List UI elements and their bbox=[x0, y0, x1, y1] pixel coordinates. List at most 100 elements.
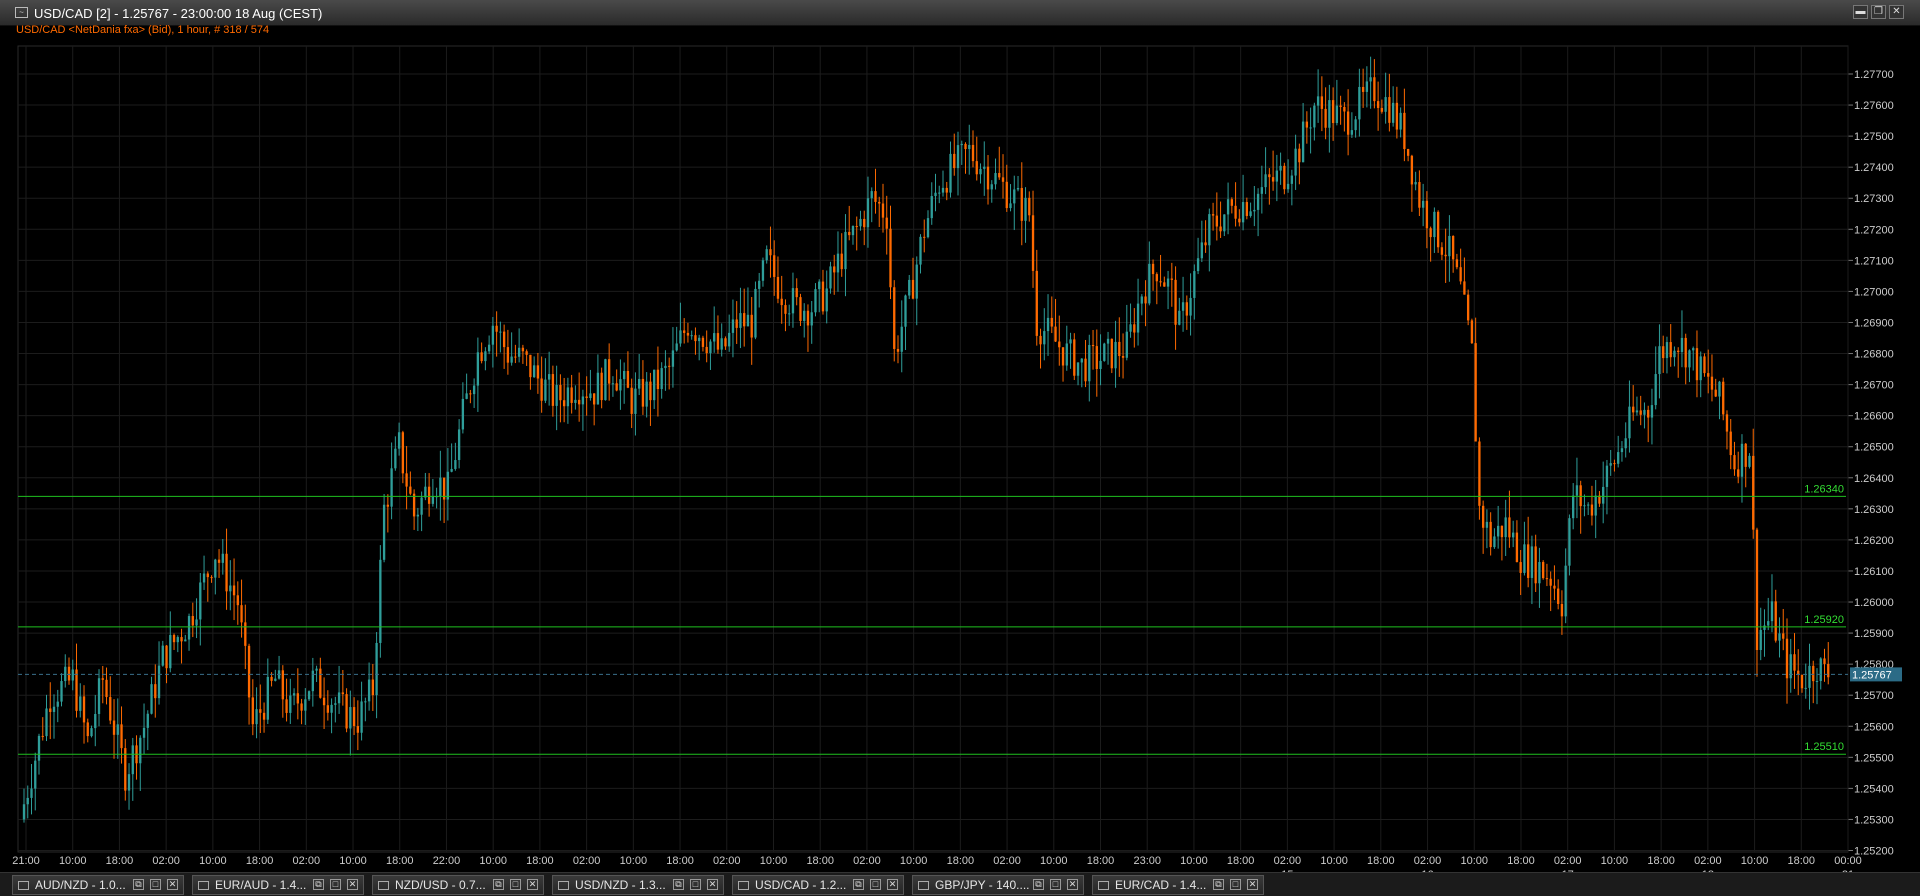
candle-down bbox=[986, 166, 990, 190]
candle-up bbox=[1016, 188, 1020, 190]
maximize-tab-icon[interactable]: □ bbox=[690, 879, 701, 890]
float-tab-icon[interactable]: ⧉ bbox=[673, 879, 684, 890]
candle-down bbox=[668, 365, 671, 367]
maximize-tab-icon[interactable]: □ bbox=[510, 879, 521, 890]
candle-up bbox=[131, 745, 134, 775]
y-tick-label: 1.27600 bbox=[1854, 100, 1894, 112]
float-tab-icon[interactable]: ⧉ bbox=[1213, 879, 1224, 890]
candle-down bbox=[1744, 443, 1747, 467]
tab-label: AUD/NZD - 1.0... bbox=[35, 878, 126, 892]
float-tab-icon[interactable]: ⧉ bbox=[313, 879, 324, 890]
tab-gbp-jpy[interactable]: GBP/JPY - 140.... ⧉ □ ✕ bbox=[912, 875, 1084, 895]
candle-up bbox=[754, 288, 757, 338]
candle-up bbox=[870, 191, 873, 199]
candle-up bbox=[1354, 119, 1357, 131]
candle-down bbox=[1361, 86, 1365, 92]
candle-down bbox=[1774, 601, 1777, 641]
candle-up bbox=[1316, 96, 1320, 106]
close-tab-icon[interactable]: ✕ bbox=[1247, 879, 1258, 890]
close-tab-icon[interactable]: ✕ bbox=[1067, 879, 1078, 890]
candle-down bbox=[270, 676, 273, 681]
candle-up bbox=[836, 253, 840, 273]
x-tick-label: 10:00 bbox=[620, 855, 648, 867]
candle-up bbox=[1699, 356, 1702, 381]
candle-down bbox=[1710, 376, 1714, 390]
y-tick-label: 1.25500 bbox=[1854, 752, 1894, 764]
candle-up bbox=[1140, 296, 1143, 304]
tab-usd-cad[interactable]: USD/CAD - 1.2... ⧉ □ ✕ bbox=[732, 875, 904, 895]
maximize-tab-icon[interactable]: □ bbox=[1050, 879, 1061, 890]
candle-down bbox=[1534, 546, 1537, 584]
candle-down bbox=[1793, 654, 1796, 671]
candle-up bbox=[1009, 203, 1012, 209]
candle-up bbox=[146, 713, 149, 728]
float-tab-icon[interactable]: ⧉ bbox=[133, 879, 144, 890]
float-tab-icon[interactable]: ⧉ bbox=[1033, 879, 1044, 890]
candle-down bbox=[281, 670, 284, 700]
candle-up bbox=[731, 319, 735, 333]
candle-down bbox=[735, 319, 738, 328]
candle-up bbox=[690, 335, 693, 337]
candle-down bbox=[217, 559, 221, 563]
candle-down bbox=[1339, 105, 1342, 107]
minimize-button[interactable]: ▬ bbox=[1853, 5, 1868, 19]
candle-up bbox=[810, 312, 813, 326]
close-tab-icon[interactable]: ✕ bbox=[707, 879, 718, 890]
candle-down bbox=[686, 332, 690, 336]
maximize-tab-icon[interactable]: □ bbox=[1230, 879, 1241, 890]
candle-down bbox=[165, 645, 168, 669]
close-button[interactable]: ✕ bbox=[1889, 5, 1904, 19]
candle-down bbox=[878, 201, 881, 204]
candle-up bbox=[566, 387, 570, 407]
close-tab-icon[interactable]: ✕ bbox=[887, 879, 898, 890]
candle-down bbox=[206, 573, 209, 578]
candle-up bbox=[116, 724, 119, 735]
y-tick-label: 1.26600 bbox=[1854, 411, 1894, 423]
candle-up bbox=[364, 701, 367, 703]
maximize-tab-icon[interactable]: □ bbox=[870, 879, 881, 890]
title-bar: ~ USD/CAD [2] - 1.25767 - 23:00:00 18 Au… bbox=[0, 0, 1920, 26]
close-tab-icon[interactable]: ✕ bbox=[167, 879, 178, 890]
tab-usd-nzd[interactable]: USD/NZD - 1.3... ⧉ □ ✕ bbox=[552, 875, 724, 895]
candle-up bbox=[866, 198, 870, 228]
maximize-tab-icon[interactable]: □ bbox=[150, 879, 161, 890]
candle-down bbox=[536, 365, 540, 379]
close-tab-icon[interactable]: ✕ bbox=[347, 879, 358, 890]
float-tab-icon[interactable]: ⧉ bbox=[853, 879, 864, 890]
candle-down bbox=[1163, 282, 1166, 287]
float-tab-icon[interactable]: ⧉ bbox=[493, 879, 504, 890]
horizontal-line-label: 1.25920 bbox=[1804, 614, 1844, 626]
candle-up bbox=[97, 678, 101, 715]
candle-down bbox=[975, 161, 978, 175]
candle-down bbox=[874, 191, 877, 202]
x-tick-label: 02:00 bbox=[573, 855, 601, 867]
candle-up bbox=[1609, 463, 1612, 466]
tab-eur-aud[interactable]: EUR/AUD - 1.4... ⧉ □ ✕ bbox=[192, 875, 364, 895]
candle-up bbox=[461, 398, 465, 430]
candle-down bbox=[656, 369, 660, 390]
candle-up bbox=[382, 504, 386, 560]
candle-down bbox=[592, 393, 596, 405]
candle-up bbox=[484, 351, 487, 362]
candle-up bbox=[1200, 242, 1203, 259]
close-tab-icon[interactable]: ✕ bbox=[527, 879, 538, 890]
candle-down bbox=[412, 493, 416, 517]
candle-down bbox=[236, 595, 239, 606]
candle-up bbox=[851, 226, 855, 236]
candle-down bbox=[259, 709, 262, 713]
price-chart[interactable]: 1.252001.253001.254001.255001.256001.257… bbox=[0, 36, 1920, 872]
candle-down bbox=[615, 383, 618, 391]
candle-up bbox=[150, 684, 153, 714]
tab-nzd-usd[interactable]: NZD/USD - 0.7... ⧉ □ ✕ bbox=[372, 875, 544, 895]
candle-down bbox=[514, 356, 517, 358]
chart-tab-icon bbox=[918, 881, 929, 890]
restore-button[interactable]: ❐ bbox=[1871, 5, 1886, 19]
candle-down bbox=[525, 351, 528, 355]
maximize-tab-icon[interactable]: □ bbox=[330, 879, 341, 890]
tab-eur-cad[interactable]: EUR/CAD - 1.4... ⧉ □ ✕ bbox=[1092, 875, 1264, 895]
candle-up bbox=[555, 384, 558, 406]
candle-down bbox=[1174, 279, 1177, 325]
tab-aud-nzd[interactable]: AUD/NZD - 1.0... ⧉ □ ✕ bbox=[12, 875, 184, 895]
candle-up bbox=[623, 370, 626, 380]
candle-down bbox=[1545, 578, 1549, 580]
